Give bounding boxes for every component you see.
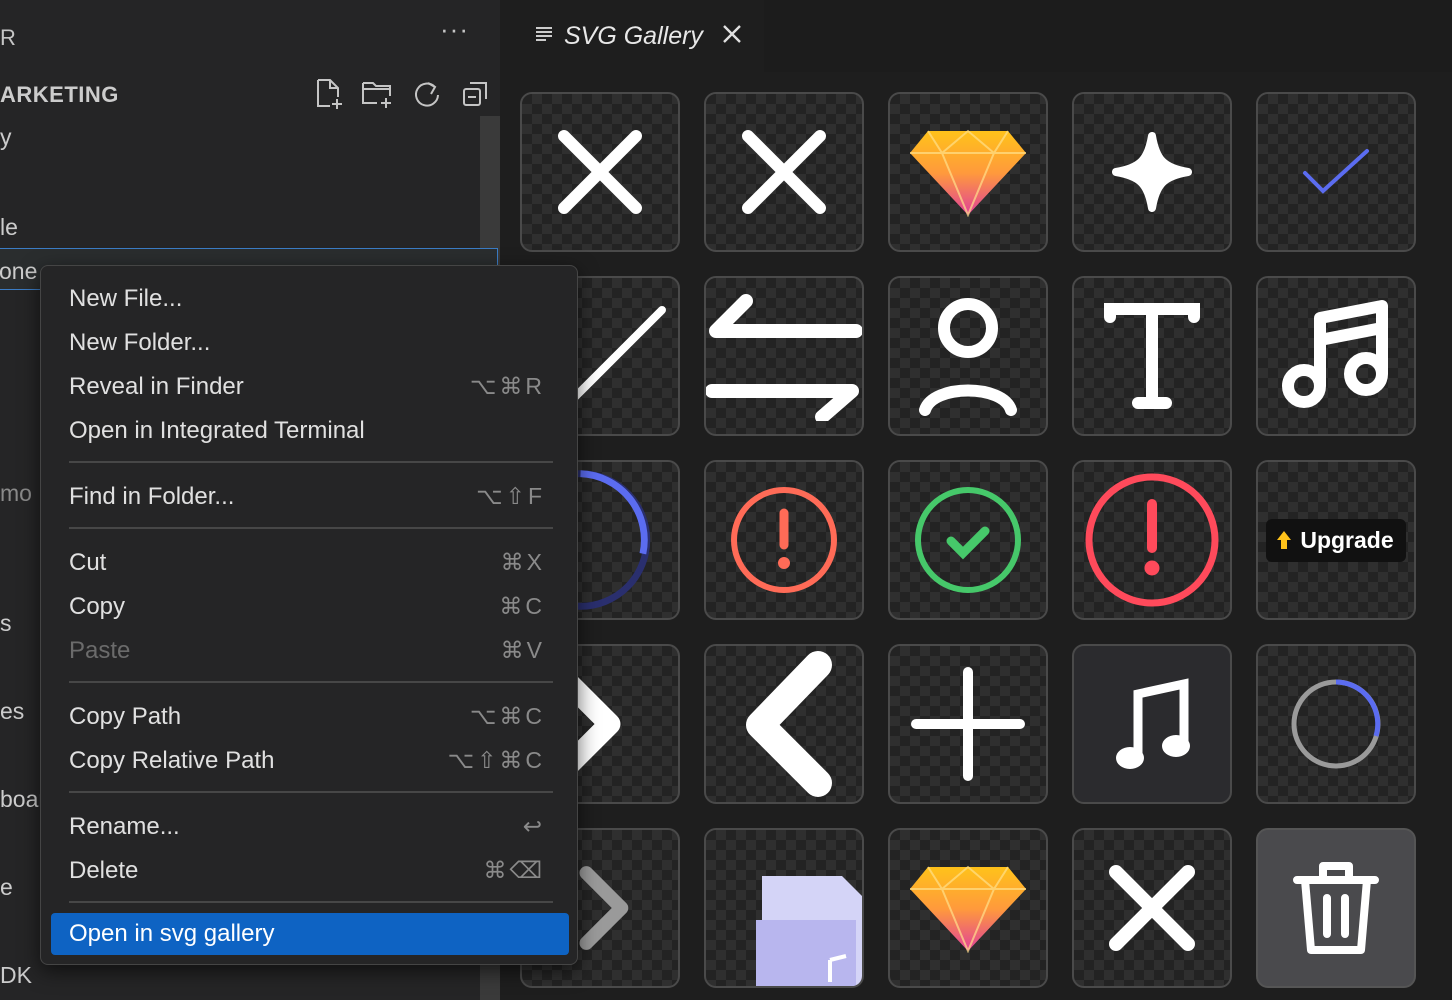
menu-item-shortcut: ⌘X: [500, 549, 545, 575]
menu-item-copy-path[interactable]: Copy Path ⌥⌘C: [51, 696, 569, 736]
menu-item-new-folder[interactable]: New Folder...: [51, 322, 569, 362]
music-note-icon[interactable]: [1256, 276, 1416, 436]
arrow-up-icon: [1276, 530, 1292, 550]
chevron-left-icon[interactable]: [704, 644, 864, 804]
text-icon[interactable]: [1072, 276, 1232, 436]
refresh-icon[interactable]: [410, 76, 444, 112]
tab-bar: SVG Gallery: [500, 0, 1452, 72]
menu-item-reveal-in-finder[interactable]: Reveal in Finder ⌥⌘R: [51, 366, 569, 406]
music-note-icon[interactable]: [1072, 644, 1232, 804]
workspace-section-title[interactable]: ARKETING: [0, 82, 119, 108]
menu-item-label: New File...: [69, 285, 183, 312]
tree-item[interactable]: le: [0, 214, 18, 241]
diamond-gem-icon[interactable]: [888, 92, 1048, 252]
tab-svg-gallery[interactable]: SVG Gallery: [500, 0, 764, 72]
menu-item-label: Copy Path: [69, 703, 182, 730]
x-icon[interactable]: [704, 92, 864, 252]
menu-item-label: Cut: [69, 549, 107, 576]
menu-item-open-in-terminal[interactable]: Open in Integrated Terminal: [51, 410, 569, 450]
explorer-title: R: [0, 25, 16, 50]
x-icon[interactable]: [520, 92, 680, 252]
menu-item-label: Copy Relative Path: [69, 747, 275, 774]
preview-lines-icon: [534, 24, 554, 49]
menu-item-rename[interactable]: Rename... ↩: [51, 806, 569, 846]
menu-item-shortcut: ⌥⇧F: [476, 483, 545, 509]
arrows-swap-icon[interactable]: [704, 276, 864, 436]
upgrade-label: Upgrade: [1300, 526, 1394, 553]
user-icon[interactable]: [888, 276, 1048, 436]
close-icon[interactable]: [721, 23, 743, 50]
menu-item-paste: Paste ⌘V: [51, 630, 569, 670]
menu-item-shortcut: ⌘⌫: [483, 857, 545, 883]
x-icon[interactable]: [1072, 828, 1232, 988]
menu-item-copy-relative-path[interactable]: Copy Relative Path ⌥⇧⌘C: [51, 740, 569, 780]
menu-item-label: New Folder...: [69, 329, 211, 356]
menu-separator: [69, 901, 553, 903]
upgrade-badge-icon[interactable]: Upgrade: [1256, 460, 1416, 620]
upgrade-badge: Upgrade: [1266, 518, 1406, 562]
tree-item[interactable]: es: [0, 698, 24, 725]
sparkle-icon[interactable]: [1072, 92, 1232, 252]
menu-item-shortcut: ⌥⇧⌘C: [447, 747, 545, 773]
diamond-gem-icon[interactable]: [888, 828, 1048, 988]
explorer-actions: [312, 76, 493, 112]
menu-item-label: Rename...: [69, 813, 180, 840]
menu-item-label: Delete: [69, 857, 139, 884]
more-actions-button[interactable]: ···: [440, 14, 469, 45]
alert-circle-icon[interactable]: [704, 460, 864, 620]
editor-area: SVG Gallery Upgrade: [500, 0, 1452, 1000]
plus-icon[interactable]: [888, 644, 1048, 804]
alert-circle-icon[interactable]: [1072, 460, 1232, 620]
folder-music-icon[interactable]: [704, 828, 864, 988]
context-menu: New File... New Folder... Reveal in Find…: [40, 265, 578, 965]
trash-icon[interactable]: [1256, 828, 1416, 988]
menu-item-shortcut: ↩: [522, 813, 545, 839]
check-circle-icon[interactable]: [888, 460, 1048, 620]
menu-item-label: Find in Folder...: [69, 483, 235, 510]
tree-item[interactable]: mo: [0, 480, 32, 507]
menu-separator: [69, 791, 553, 793]
checkmark-icon[interactable]: [1256, 92, 1416, 252]
menu-item-shortcut: ⌘C: [499, 593, 545, 619]
menu-item-shortcut: ⌥⌘R: [469, 373, 545, 399]
menu-item-new-file[interactable]: New File...: [51, 278, 569, 318]
tab-title: SVG Gallery: [564, 21, 703, 50]
collapse-all-icon[interactable]: [459, 76, 493, 112]
tree-item[interactable]: s: [0, 610, 12, 637]
menu-item-label: Copy: [69, 593, 126, 620]
menu-item-find-in-folder[interactable]: Find in Folder... ⌥⇧F: [51, 476, 569, 516]
menu-item-delete[interactable]: Delete ⌘⌫: [51, 850, 569, 890]
menu-item-label: Paste: [69, 637, 131, 664]
menu-separator: [69, 681, 553, 683]
menu-item-copy[interactable]: Copy ⌘C: [51, 586, 569, 626]
menu-item-shortcut: ⌥⌘C: [469, 703, 545, 729]
spinner-icon[interactable]: [1256, 644, 1416, 804]
menu-item-open-in-svg-gallery[interactable]: Open in svg gallery: [51, 913, 569, 955]
tree-item[interactable]: DK: [0, 962, 32, 989]
menu-separator: [69, 527, 553, 529]
menu-separator: [69, 461, 553, 463]
tree-item-label: one: [0, 258, 38, 284]
tree-item[interactable]: e: [0, 874, 13, 901]
menu-item-label: Open in svg gallery: [69, 920, 275, 947]
menu-item-cut[interactable]: Cut ⌘X: [51, 542, 569, 582]
menu-item-shortcut: ⌘V: [500, 637, 545, 663]
menu-item-label: Reveal in Finder: [69, 373, 244, 400]
new-file-icon[interactable]: [312, 76, 346, 112]
tree-item[interactable]: y: [0, 124, 12, 151]
new-folder-icon[interactable]: [361, 76, 395, 112]
menu-item-label: Open in Integrated Terminal: [69, 417, 365, 444]
